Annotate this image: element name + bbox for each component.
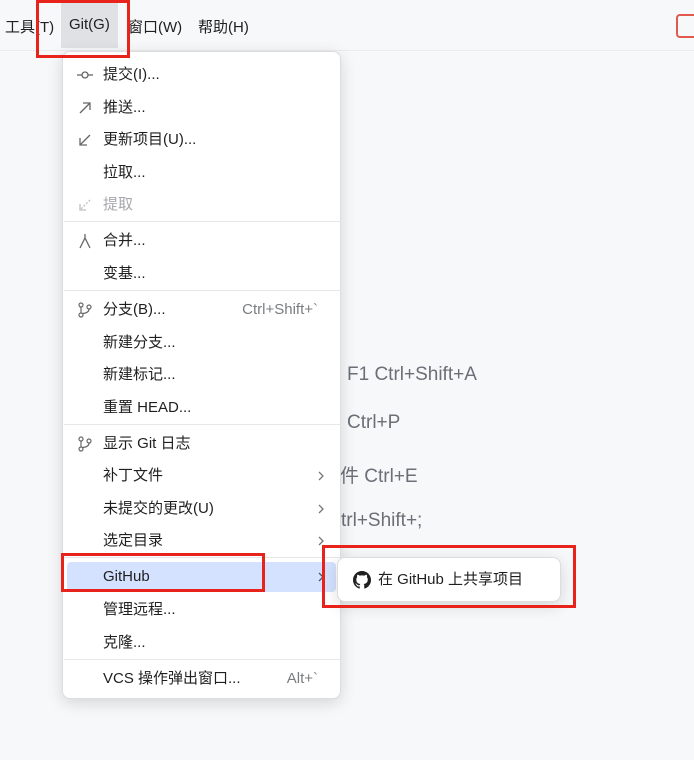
menu-item-label: 显示 Git 日志 [103, 435, 191, 452]
menu-item-pull[interactable]: 拉取... [67, 158, 336, 188]
menu-item-label: 推送... [103, 99, 146, 116]
menu-item-selected-directory[interactable]: 选定目录 [67, 526, 336, 556]
menu-item-fetch: 提取 [67, 190, 336, 220]
menu-item-label: 提交(I)... [103, 66, 160, 83]
menu-item-vcs-popup[interactable]: VCS 操作弹出窗口... Alt+` [67, 664, 336, 694]
menu-item-clone[interactable]: 克隆... [67, 628, 336, 658]
menu-item-new-branch[interactable]: 新建分支... [67, 328, 336, 358]
shortcut-label: Ctrl+Shift+` [242, 301, 318, 318]
menu-item-commit[interactable]: 提交(I)... [67, 60, 336, 90]
menu-bar: 工具(T) Git(G) 窗口(W) 帮助(H) [0, 0, 694, 51]
menu-tools[interactable]: 工具(T) [5, 16, 54, 37]
menu-separator [64, 290, 341, 291]
branch-icon [78, 302, 92, 318]
menu-item-rebase[interactable]: 变基... [67, 259, 336, 289]
commit-icon [77, 71, 93, 79]
chevron-right-icon [318, 504, 324, 514]
menu-item-push[interactable]: 推送... [67, 93, 336, 123]
git-menu: 提交(I)... 推送... 更新项目(U)... 拉取... 提取 合并...… [62, 51, 341, 699]
menu-item-new-tag[interactable]: 新建标记... [67, 360, 336, 390]
menu-item-label: 分支(B)... [103, 301, 166, 318]
menu-item-label: 合并... [103, 232, 146, 249]
app-logo-icon [676, 14, 694, 38]
menu-item-label: 补丁文件 [103, 467, 164, 484]
menu-item-label: VCS 操作弹出窗口... [103, 670, 241, 687]
push-arrow-icon [79, 102, 91, 114]
menu-item-label: 选定目录 [103, 532, 164, 549]
menu-item-label: 提取 [103, 196, 134, 213]
menu-item-label: 变基... [103, 265, 146, 282]
menu-git[interactable]: Git(G) [61, 2, 118, 48]
menu-item-label: 新建分支... [103, 334, 176, 351]
menu-item-label: 更新项目(U)... [103, 131, 197, 148]
hint-recent-files: 件 Ctrl+E [340, 466, 418, 487]
menu-item-reset-head[interactable]: 重置 HEAD... [67, 393, 336, 423]
hint-navigation-bar: trl+Shift+; [341, 510, 423, 531]
github-icon [353, 571, 371, 589]
menu-help[interactable]: 帮助(H) [198, 16, 249, 37]
menu-item-merge[interactable]: 合并... [67, 226, 336, 256]
chevron-right-icon [318, 471, 324, 481]
submenu-item-share-on-github[interactable]: 在 GitHub 上共享项目 [340, 558, 558, 602]
menu-item-label: 新建标记... [103, 366, 176, 383]
menu-item-label: 未提交的更改(U) [103, 500, 214, 517]
menu-item-manage-remotes[interactable]: 管理远程... [67, 595, 336, 625]
menu-item-label: 拉取... [103, 164, 146, 181]
menu-item-label: GitHub [103, 568, 150, 585]
menu-item-patch-file[interactable]: 补丁文件 [67, 461, 336, 491]
menu-separator [64, 424, 341, 425]
git-log-icon [78, 436, 92, 452]
github-submenu: 在 GitHub 上共享项目 [337, 557, 561, 602]
menu-item-label: 克隆... [103, 634, 146, 651]
menu-item-branches[interactable]: 分支(B)... Ctrl+Shift+` [67, 295, 336, 325]
menu-item-label: 重置 HEAD... [103, 399, 192, 416]
menu-separator [64, 659, 341, 660]
menu-separator [64, 221, 341, 222]
hint-search-everywhere: F1 Ctrl+Shift+A [347, 364, 477, 385]
update-arrow-icon [79, 134, 91, 146]
menu-window[interactable]: 窗口(W) [128, 16, 182, 37]
menu-item-update-project[interactable]: 更新项目(U)... [67, 125, 336, 155]
merge-icon [79, 234, 91, 249]
menu-item-uncommitted-changes[interactable]: 未提交的更改(U) [67, 494, 336, 524]
menu-item-label: 管理远程... [103, 601, 176, 618]
submenu-item-label: 在 GitHub 上共享项目 [378, 571, 524, 588]
menu-item-github[interactable]: GitHub [67, 562, 336, 592]
menu-item-show-git-log[interactable]: 显示 Git 日志 [67, 429, 336, 459]
chevron-right-icon [318, 536, 324, 546]
hint-go-to-file: Ctrl+P [347, 412, 401, 433]
menu-separator [64, 557, 341, 558]
chevron-right-icon [318, 572, 324, 582]
shortcut-label: Alt+` [286, 670, 318, 687]
fetch-icon [79, 199, 91, 211]
